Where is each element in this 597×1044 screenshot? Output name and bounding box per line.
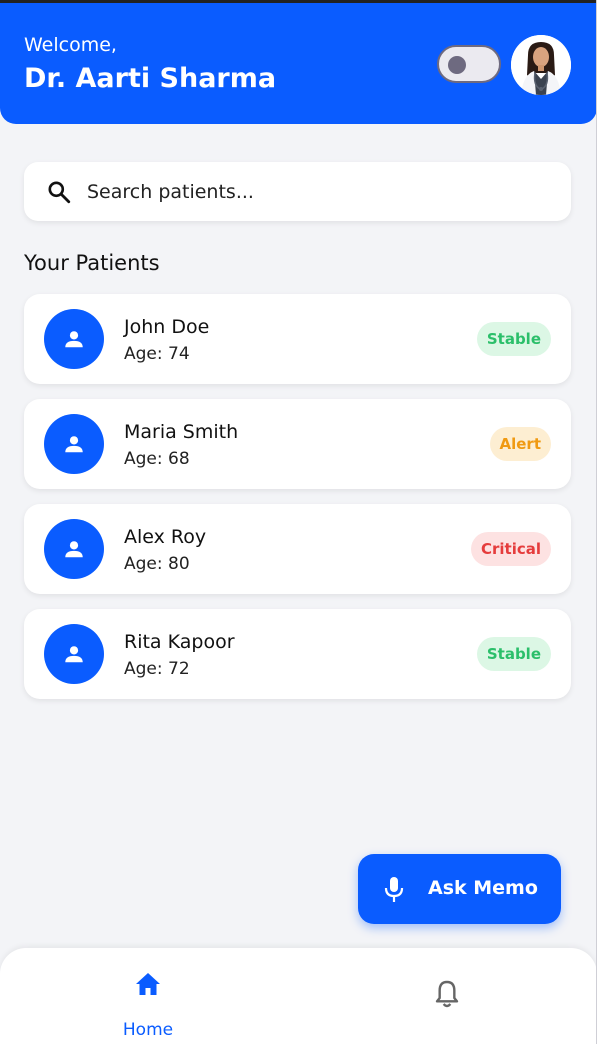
doctor-avatar-image xyxy=(511,35,571,95)
patient-name: John Doe xyxy=(124,316,210,338)
nav-notifications[interactable] xyxy=(431,978,463,1010)
patient-age: Age: 72 xyxy=(124,659,190,679)
section-title: Your Patients xyxy=(24,251,160,275)
ask-memo-button[interactable]: Ask Memo xyxy=(358,854,561,924)
patient-name: Alex Roy xyxy=(124,526,207,548)
person-icon xyxy=(65,646,83,663)
patient-avatar xyxy=(44,309,104,369)
patient-name: Rita Kapoor xyxy=(124,631,235,653)
patient-age: Age: 68 xyxy=(124,449,190,469)
status-badge: Stable xyxy=(476,637,551,671)
microphone-icon xyxy=(384,877,404,902)
nav-home-label: Home xyxy=(122,1020,174,1040)
person-icon xyxy=(65,541,83,558)
patient-card[interactable]: John Doe Age: 74 Stable xyxy=(24,294,571,384)
patient-age: Age: 80 xyxy=(124,554,190,574)
search-input[interactable] xyxy=(87,162,557,221)
status-badge: Alert xyxy=(489,427,551,461)
nav-home[interactable]: Home xyxy=(98,966,198,1040)
search-bar[interactable] xyxy=(24,162,571,221)
patient-card[interactable]: Alex Roy Age: 80 Critical xyxy=(24,504,571,594)
home-icon xyxy=(136,973,160,995)
doctor-avatar[interactable] xyxy=(511,35,571,95)
patient-age: Age: 74 xyxy=(124,344,190,364)
app-screen: Welcome, Dr. Aarti Sharma Your P xyxy=(0,0,597,1044)
status-badge: Critical xyxy=(470,532,551,566)
header: Welcome, Dr. Aarti Sharma xyxy=(0,3,597,124)
ask-memo-label: Ask Memo xyxy=(428,877,538,899)
welcome-text: Welcome, xyxy=(24,34,117,56)
patient-avatar xyxy=(44,414,104,474)
bell-icon xyxy=(435,980,459,1008)
bottom-nav: Home xyxy=(0,948,597,1044)
patient-name: Maria Smith xyxy=(124,421,239,443)
theme-toggle[interactable] xyxy=(437,45,501,83)
person-icon xyxy=(65,436,83,453)
status-badge: Stable xyxy=(476,322,551,356)
toggle-knob xyxy=(448,56,466,74)
patient-avatar xyxy=(44,519,104,579)
person-icon xyxy=(65,331,83,348)
search-icon xyxy=(48,181,71,204)
patient-card[interactable]: Maria Smith Age: 68 Alert xyxy=(24,399,571,489)
patient-avatar xyxy=(44,624,104,684)
patient-card[interactable]: Rita Kapoor Age: 72 Stable xyxy=(24,609,571,699)
doctor-name: Dr. Aarti Sharma xyxy=(24,63,277,94)
